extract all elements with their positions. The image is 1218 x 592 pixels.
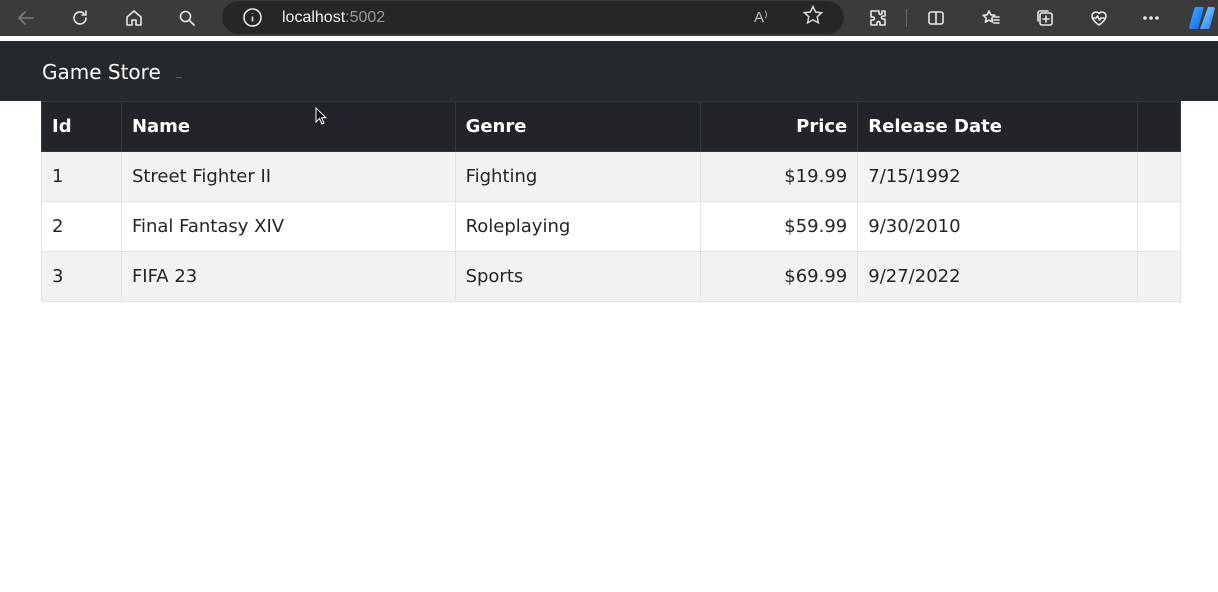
header-price: Price: [700, 101, 859, 152]
collections-icon[interactable]: [1031, 4, 1059, 32]
header-name: Name: [120, 101, 456, 152]
browser-toolbar: localhost:5002 A⁾: [0, 0, 1218, 36]
cell-actions: [1136, 201, 1182, 252]
cell-price: $69.99: [700, 251, 859, 302]
url-port: :5002: [345, 9, 386, 26]
cell-id: 1: [41, 151, 122, 202]
games-table: Id Name Genre Price Release Date 1 Stree…: [41, 101, 1182, 302]
cell-release-date: 9/27/2022: [857, 251, 1138, 302]
search-icon[interactable]: [173, 4, 201, 32]
more-options-icon[interactable]: [1137, 4, 1165, 32]
header-actions: [1136, 101, 1182, 152]
table-header-row: Id Name Genre Price Release Date: [41, 101, 1182, 152]
text-caret: [176, 77, 182, 78]
brand-link[interactable]: Game Store: [42, 60, 161, 84]
header-id: Id: [41, 101, 122, 152]
refresh-icon[interactable]: [66, 4, 94, 32]
cell-genre: Sports: [454, 251, 702, 302]
cell-genre: Fighting: [454, 151, 702, 202]
cell-actions: [1136, 151, 1182, 202]
browser-essentials-icon[interactable]: [1085, 4, 1113, 32]
cell-price: $59.99: [700, 201, 859, 252]
table-row: 3 FIFA 23 Sports $69.99 9/27/2022: [41, 251, 1182, 302]
cell-id: 3: [41, 251, 122, 302]
table-row: 1 Street Fighter II Fighting $19.99 7/15…: [41, 151, 1182, 202]
cell-name: FIFA 23: [120, 251, 456, 302]
cell-genre: Roleplaying: [454, 201, 702, 252]
back-arrow-icon[interactable]: [12, 4, 40, 32]
site-info-icon[interactable]: [242, 7, 263, 28]
read-aloud-icon[interactable]: A⁾: [754, 8, 768, 26]
split-screen-icon[interactable]: [922, 4, 950, 32]
cell-actions: [1136, 251, 1182, 302]
table-row: 2 Final Fantasy XIV Roleplaying $59.99 9…: [41, 201, 1182, 252]
app-navbar: Game Store: [0, 41, 1218, 101]
url-text: localhost:5002: [282, 9, 385, 27]
address-bar[interactable]: localhost:5002 A⁾: [222, 1, 844, 34]
mouse-cursor-icon: [315, 106, 328, 125]
home-icon[interactable]: [120, 4, 148, 32]
cell-name: Street Fighter II: [120, 151, 456, 202]
cell-release-date: 9/30/2010: [857, 201, 1138, 252]
toolbar-divider: [906, 9, 907, 27]
header-genre: Genre: [454, 101, 702, 152]
cell-id: 2: [41, 201, 122, 252]
url-host: localhost: [282, 9, 346, 26]
cell-name: Final Fantasy XIV: [120, 201, 456, 252]
header-release-date: Release Date: [857, 101, 1138, 152]
favorites-icon[interactable]: [977, 4, 1005, 32]
cell-price: $19.99: [700, 151, 859, 202]
extensions-icon[interactable]: [864, 4, 892, 32]
cell-release-date: 7/15/1992: [857, 151, 1138, 202]
favorite-star-icon[interactable]: [802, 4, 828, 30]
copilot-icon[interactable]: [1187, 3, 1217, 33]
